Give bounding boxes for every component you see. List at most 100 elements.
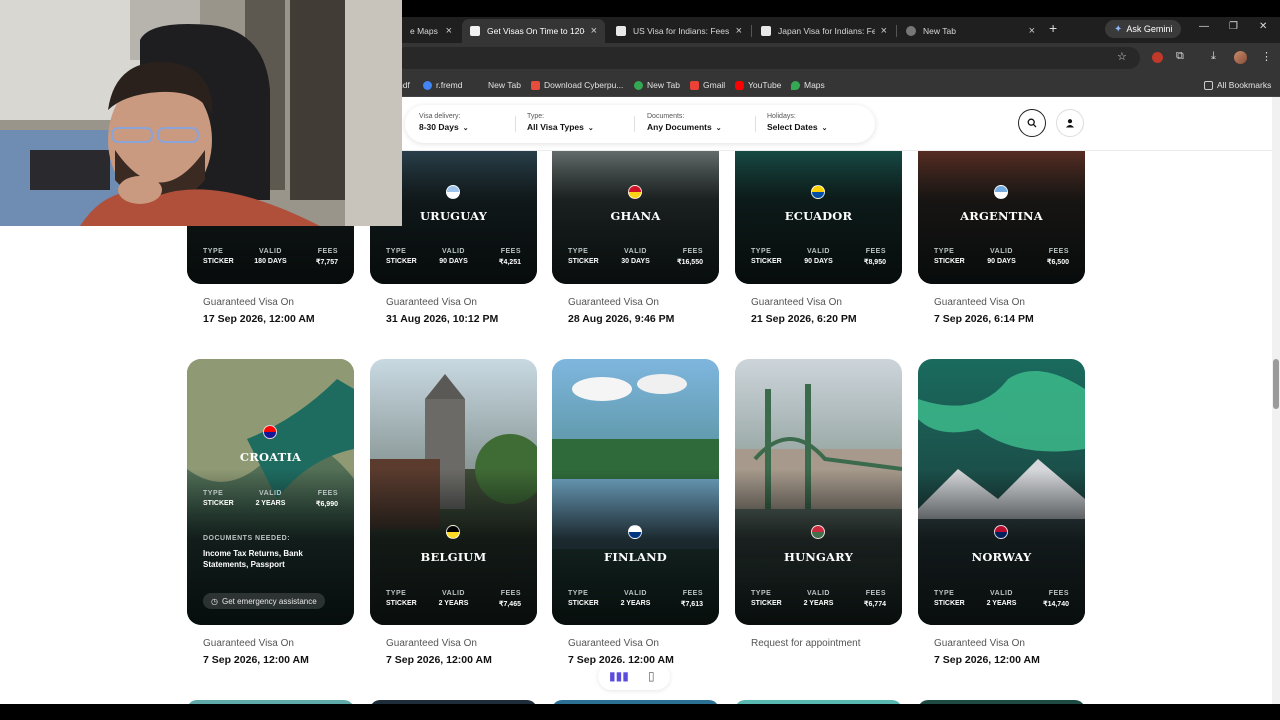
- close-icon[interactable]: ×: [446, 25, 452, 37]
- stat-header: FEES: [865, 590, 886, 597]
- new-tab-button[interactable]: +: [1049, 20, 1057, 36]
- stat-fees: FEES ₹6,990: [316, 490, 338, 508]
- download-icon[interactable]: ⤓: [1211, 50, 1216, 63]
- profile-avatar[interactable]: [1234, 51, 1247, 64]
- tab-new-tab[interactable]: New Tab ×: [898, 19, 1043, 43]
- country-flag-icon: [628, 185, 642, 199]
- country-flag-icon: [811, 525, 825, 539]
- guarantee-label: Guaranteed Visa On: [934, 638, 1025, 649]
- stat-value: ₹16,550: [677, 259, 703, 266]
- bookmark-label: YouTube: [748, 80, 782, 90]
- extensions-icon[interactable]: ⧉: [1176, 50, 1184, 63]
- filter-value: All Visa Types ⌄: [527, 122, 594, 132]
- bookmark-label: Maps: [804, 80, 825, 90]
- minimize-icon[interactable]: —: [1199, 21, 1209, 32]
- emergency-assistance-button[interactable]: ◷ Get emergency assistance: [203, 593, 325, 609]
- scrollbar[interactable]: [1272, 97, 1280, 704]
- atlys-favicon-icon: [616, 26, 626, 36]
- tab-title: New Tab: [923, 26, 956, 36]
- country-flag-icon: [446, 525, 460, 539]
- webcam-image: [0, 0, 402, 226]
- visa-card[interactable]: ARGENTINA TYPE STICKER VALID 90 DAYS FEES ₹6,5…: [918, 151, 1085, 284]
- close-icon[interactable]: ×: [881, 25, 887, 37]
- filter-bar: Visa delivery: 8-30 Days ⌄ Type: All Visa…: [405, 105, 875, 143]
- close-icon[interactable]: ×: [736, 25, 742, 37]
- visa-card[interactable]: CROATIA TYPE STICKER VALID 2 YEARS FEES ₹6,990…: [187, 359, 354, 625]
- globe-icon: [423, 80, 432, 90]
- bookmark-item[interactable]: New Tab: [488, 78, 521, 92]
- tab-title: US Visa for Indians: Fees, Re: [633, 26, 730, 36]
- close-icon[interactable]: ×: [591, 25, 597, 37]
- stat-value: ₹7,613: [681, 601, 703, 608]
- search-button[interactable]: [1018, 109, 1046, 137]
- chrome-icon: [634, 80, 643, 90]
- tab-japan-visa[interactable]: Japan Visa for Indians: Fees ×: [753, 19, 895, 43]
- guarantee-label: Guaranteed Visa On: [568, 297, 659, 308]
- extension-badge-icon[interactable]: [1152, 52, 1163, 63]
- user-icon: [1066, 119, 1074, 128]
- tab-us-visa[interactable]: US Visa for Indians: Fees, Re ×: [608, 19, 750, 43]
- guarantee-label: Guaranteed Visa On: [203, 638, 294, 649]
- filter-label: Holidays:: [767, 113, 796, 120]
- filter-divider: [634, 116, 635, 132]
- visa-card[interactable]: FINLAND TYPE STICKER VALID 2 YEARS FEES ₹7,613: [552, 359, 719, 625]
- chrome-icon: [906, 26, 916, 36]
- gmail-icon: [690, 80, 699, 90]
- cyberpunk-icon: [531, 80, 540, 90]
- country-flag-icon: [811, 185, 825, 199]
- country-name: CROATIA: [239, 450, 302, 464]
- tab-maps[interactable]: e Maps ×: [402, 19, 460, 43]
- address-bar[interactable]: [395, 47, 1140, 69]
- bookmark-item[interactable]: Maps: [791, 78, 825, 92]
- assist-label: Get emergency assistance: [221, 596, 317, 606]
- restore-icon[interactable]: ❐: [1229, 21, 1238, 32]
- chevron-down-icon: ⌄: [587, 125, 594, 132]
- visa-card[interactable]: NORWAY TYPE STICKER VALID 2 YEARS FEES ₹14,740: [918, 359, 1085, 625]
- map-view-icon[interactable]: ▯: [648, 669, 655, 683]
- all-bookmarks-button[interactable]: All Bookmarks: [1204, 78, 1271, 92]
- clock-icon: ◷: [211, 596, 218, 606]
- filter-holidays[interactable]: Holidays: Select Dates ⌄: [767, 113, 827, 132]
- tab-get-visas[interactable]: Get Visas On Time to 120+ ×: [462, 19, 605, 43]
- stat-header: FEES: [1048, 590, 1069, 597]
- view-toggle: ▮▮▮ ▯: [598, 663, 670, 690]
- filter-type[interactable]: Type: All Visa Types ⌄: [527, 113, 594, 132]
- bookmark-star-icon[interactable]: ☆: [1117, 50, 1127, 63]
- guarantee-label: Guaranteed Visa On: [568, 638, 659, 649]
- guarantee-label: Guaranteed Visa On: [386, 638, 477, 649]
- bookmark-item[interactable]: YouTube: [735, 78, 781, 92]
- documents-list: Income Tax Returns, Bank Statements, Pas…: [203, 549, 303, 569]
- visa-card[interactable]: HUNGARY TYPE STICKER VALID 2 YEARS FEES ₹6,774: [735, 359, 902, 625]
- guarantee-date: 7 Sep 2026, 12:00 AM: [386, 654, 492, 666]
- stat-header: FEES: [682, 590, 703, 597]
- visa-card[interactable]: BELGIUM TYPE STICKER VALID 2 YEARS FEES ₹7,465: [370, 359, 537, 625]
- stat-value: ₹4,251: [499, 259, 521, 266]
- bookmark-item[interactable]: Download Cyberpu...: [531, 78, 623, 92]
- guarantee-date: 7 Sep 2026, 12:00 AM: [934, 654, 1040, 666]
- visa-card[interactable]: GHANA TYPE STICKER VALID 30 DAYS FEES ₹16,550: [552, 151, 719, 284]
- bookmark-item[interactable]: New Tab: [634, 78, 680, 92]
- bookmark-item[interactable]: r.fremd: [423, 78, 462, 92]
- guarantee-label: Guaranteed Visa On: [386, 297, 477, 308]
- bookmark-item[interactable]: Gmail: [690, 78, 725, 92]
- guarantee-date: 31 Aug 2026, 10:12 PM: [386, 313, 499, 325]
- guarantee-date: 28 Aug 2026, 9:46 PM: [568, 313, 675, 325]
- close-window-icon[interactable]: ✕: [1259, 21, 1267, 32]
- filter-documents[interactable]: Documents: Any Documents ⌄: [647, 113, 722, 132]
- stat-fees: FEES ₹7,613: [681, 590, 703, 608]
- bookmark-label: New Tab: [488, 80, 521, 90]
- guarantee-date: 7 Sep 2026, 6:14 PM: [934, 313, 1034, 325]
- bookmark-label: Download Cyberpu...: [544, 80, 624, 90]
- ask-gemini-button[interactable]: ✦ Ask Gemini: [1105, 20, 1182, 38]
- grid-view-icon[interactable]: ▮▮▮: [609, 669, 629, 683]
- chevron-down-icon: ⌄: [821, 125, 828, 132]
- menu-kebab-icon[interactable]: ⋮: [1261, 50, 1272, 63]
- guarantee-label: Guaranteed Visa On: [203, 297, 294, 308]
- stat-value: ₹7,465: [499, 601, 521, 608]
- account-button[interactable]: [1056, 109, 1084, 137]
- visa-card[interactable]: ECUADOR TYPE STICKER VALID 90 DAYS FEES ₹8,950: [735, 151, 902, 284]
- close-icon[interactable]: ×: [1029, 25, 1035, 37]
- search-icon: [1027, 118, 1037, 128]
- filter-visa-delivery[interactable]: Visa delivery: 8-30 Days ⌄: [419, 113, 469, 132]
- scrollbar-thumb[interactable]: [1273, 359, 1279, 409]
